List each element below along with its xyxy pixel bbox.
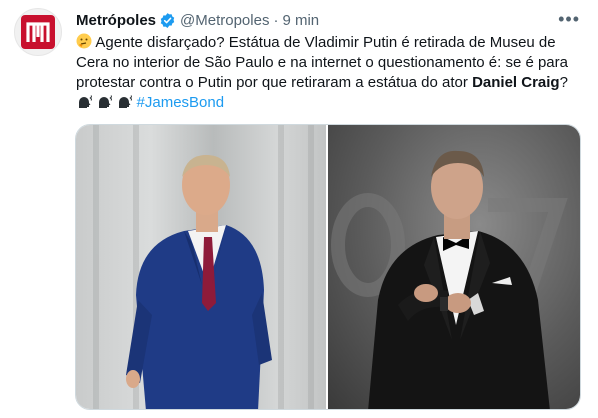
speaking-head-emoji xyxy=(76,93,93,109)
thinking-face-emoji xyxy=(76,33,92,49)
speaking-head-emoji xyxy=(116,93,133,109)
author-name[interactable]: Metrópoles xyxy=(76,12,156,29)
speaking-head-emoji xyxy=(96,93,113,109)
putin-wax-statue-photo[interactable] xyxy=(76,125,326,409)
tweet-text: Agente disfarçado? Estátua de Vladimir P… xyxy=(76,33,581,113)
author-handle[interactable]: @Metropoles xyxy=(180,12,269,29)
avatar[interactable] xyxy=(14,8,62,56)
tweet-text-bold: Daniel Craig xyxy=(472,74,560,91)
daniel-craig-photo[interactable] xyxy=(328,125,580,409)
verified-badge-icon xyxy=(159,12,176,29)
tweet-text-part2: ? xyxy=(559,74,568,91)
tweet-header: Metrópoles @Metropoles · 9 min xyxy=(76,10,319,30)
metropoles-logo xyxy=(21,15,55,49)
tweet-timestamp[interactable]: 9 min xyxy=(282,12,319,29)
separator-dot: · xyxy=(273,11,279,29)
media-grid[interactable] xyxy=(75,124,581,410)
more-icon[interactable]: ••• xyxy=(558,10,580,28)
hashtag-link[interactable]: #JamesBond xyxy=(137,94,225,111)
tweet[interactable]: Metrópoles @Metropoles · 9 min ••• Agent… xyxy=(0,0,598,418)
